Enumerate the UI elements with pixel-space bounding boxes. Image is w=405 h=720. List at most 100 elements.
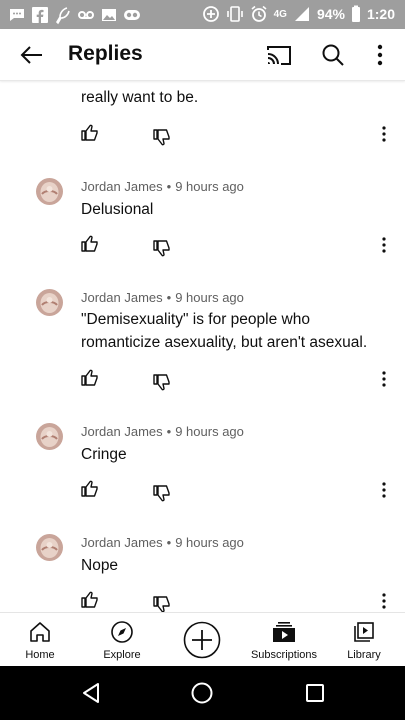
- thumbs-down-icon: [153, 596, 170, 612]
- vibrate-icon: [226, 5, 244, 23]
- partial-comment-text: really want to be.: [81, 87, 198, 109]
- cast-icon: [267, 46, 291, 65]
- reply-text: Delusional: [81, 201, 154, 218]
- nav-explore-label: Explore: [103, 649, 141, 661]
- home-circle-icon: [191, 682, 213, 704]
- cast-button[interactable]: [266, 43, 292, 67]
- library-icon: [354, 622, 374, 642]
- compass-icon: [111, 621, 133, 643]
- like-button[interactable]: [80, 123, 100, 143]
- search-icon: [322, 44, 344, 66]
- dislike-button[interactable]: [152, 372, 172, 392]
- meta-separator: •: [166, 535, 172, 550]
- reply-meta: Jordan James • 9 hours ago: [81, 424, 244, 439]
- comment-action-menu-button[interactable]: [380, 592, 388, 610]
- back-button[interactable]: [18, 41, 46, 69]
- reply-actions: [0, 479, 405, 503]
- thumbs-up-icon: [81, 124, 98, 141]
- like-button[interactable]: [80, 234, 100, 254]
- dislike-button[interactable]: [152, 238, 172, 258]
- more-vertical-icon: [382, 126, 386, 142]
- nav-explore[interactable]: Explore: [96, 613, 148, 667]
- signal-icon: [293, 5, 311, 23]
- comment-action-menu-button[interactable]: [380, 481, 388, 499]
- data-saver-icon: [202, 5, 220, 23]
- nav-subscriptions-label: Subscriptions: [250, 649, 318, 661]
- like-button[interactable]: [80, 590, 100, 610]
- partial-comment-actions: [0, 123, 405, 147]
- subscriptions-icon: [273, 622, 295, 642]
- avatar[interactable]: [36, 289, 63, 316]
- thumbs-down-icon: [153, 485, 170, 502]
- more-vertical-icon: [377, 44, 383, 66]
- app-bar: Replies: [0, 29, 405, 81]
- voicemail-icon: [77, 6, 95, 24]
- create-button[interactable]: [183, 621, 221, 659]
- add-circle-icon: [183, 621, 221, 659]
- nav-subscriptions[interactable]: Subscriptions: [246, 613, 322, 667]
- thumbs-up-icon: [81, 480, 98, 497]
- like-button[interactable]: [80, 368, 100, 388]
- dislike-button[interactable]: [152, 594, 172, 612]
- reply-meta: Jordan James • 9 hours ago: [81, 535, 244, 550]
- search-button[interactable]: [320, 42, 346, 68]
- avatar-image: [36, 534, 63, 561]
- meta-separator: •: [166, 290, 172, 305]
- meta-separator: •: [166, 424, 172, 439]
- more-vertical-icon: [382, 237, 386, 253]
- reply-author[interactable]: Jordan James: [81, 290, 163, 305]
- more-options-button[interactable]: [372, 42, 388, 68]
- reply-author[interactable]: Jordan James: [81, 535, 163, 550]
- avatar-image: [36, 423, 63, 450]
- more-vertical-icon: [382, 371, 386, 387]
- comment-action-menu-button[interactable]: [380, 125, 388, 143]
- avatar-image: [36, 178, 63, 205]
- system-recents-button[interactable]: [303, 681, 327, 705]
- reply-timestamp: 9 hours ago: [175, 290, 244, 305]
- battery-percent: 94%: [316, 6, 345, 22]
- network-type-label: 4G: [273, 8, 287, 20]
- avatar[interactable]: [36, 178, 63, 205]
- reply-timestamp: 9 hours ago: [175, 179, 244, 194]
- avatar[interactable]: [36, 423, 63, 450]
- reply-meta: Jordan James • 9 hours ago: [81, 290, 244, 305]
- back-triangle-icon: [83, 683, 99, 703]
- system-back-button[interactable]: [79, 681, 103, 705]
- clock: 1:20: [366, 6, 395, 22]
- nav-home[interactable]: Home: [16, 613, 64, 667]
- reply-timestamp: 9 hours ago: [175, 424, 244, 439]
- reply-text: Cringe: [81, 446, 127, 463]
- facebook-icon: [31, 6, 49, 24]
- system-home-button[interactable]: [190, 681, 214, 705]
- replies-list: really want to be. Jordan James • 9 hours …: [0, 81, 405, 612]
- reply-text: "Demisexuality" is for people who romant…: [81, 311, 368, 351]
- thumbs-down-icon: [153, 129, 170, 146]
- dislike-button[interactable]: [152, 127, 172, 147]
- system-navigation-bar: [0, 666, 405, 720]
- reply-author[interactable]: Jordan James: [81, 424, 163, 439]
- thumbs-up-icon: [81, 591, 98, 608]
- more-vertical-icon: [382, 593, 386, 609]
- reply-timestamp: 9 hours ago: [175, 535, 244, 550]
- thumbs-up-icon: [81, 369, 98, 386]
- more-vertical-icon: [382, 482, 386, 498]
- recents-square-icon: [306, 684, 324, 702]
- avatar[interactable]: [36, 534, 63, 561]
- reply-actions: [0, 590, 405, 612]
- reply-author[interactable]: Jordan James: [81, 179, 163, 194]
- comment-action-menu-button[interactable]: [380, 370, 388, 388]
- dislike-button[interactable]: [152, 483, 172, 503]
- nav-library[interactable]: Library: [340, 613, 388, 667]
- partial-comment-body: really want to be.: [81, 89, 199, 106]
- reply-meta: Jordan James • 9 hours ago: [81, 179, 244, 194]
- message-icon: [8, 6, 26, 24]
- feather-icon: [54, 6, 72, 25]
- avatar-image: [36, 289, 63, 316]
- bottom-navigation: Home Explore Subscriptions Library: [0, 612, 405, 666]
- alarm-icon: [250, 5, 268, 23]
- nav-library-label: Library: [347, 649, 381, 661]
- comment-action-menu-button[interactable]: [380, 236, 388, 254]
- reply-actions: [0, 234, 405, 258]
- thumbs-down-icon: [153, 240, 170, 257]
- like-button[interactable]: [80, 479, 100, 499]
